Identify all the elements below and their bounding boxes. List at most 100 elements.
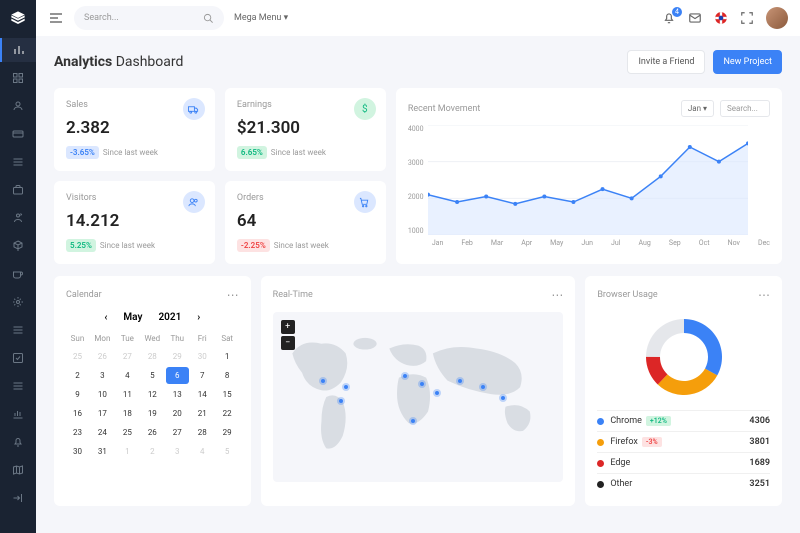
cal-next-button[interactable]: ›: [197, 312, 200, 323]
cal-day-next[interactable]: 4: [191, 443, 214, 460]
line-chart: [428, 125, 748, 235]
content: Analytics Dashboard Invite a Friend New …: [36, 36, 800, 533]
cal-day[interactable]: 15: [216, 386, 239, 403]
cal-day[interactable]: 8: [216, 367, 239, 384]
sidebar-item-coffee[interactable]: [0, 262, 36, 286]
cal-day[interactable]: 30: [66, 443, 89, 460]
map-marker: [433, 389, 441, 397]
cal-day[interactable]: 13: [166, 386, 189, 403]
sidebar-item-dashboard[interactable]: [0, 66, 36, 90]
sidebar-item-map[interactable]: [0, 458, 36, 482]
cal-day-next[interactable]: 1: [116, 443, 139, 460]
chart-search-input[interactable]: Search...: [720, 100, 770, 117]
movement-chart-card: Recent Movement Jan ▾ Search... 40003000…: [396, 88, 782, 264]
cal-day[interactable]: 28: [191, 424, 214, 441]
cal-day[interactable]: 9: [66, 386, 89, 403]
sidebar-item-list[interactable]: [0, 150, 36, 174]
messages-button[interactable]: [688, 11, 702, 25]
more-icon[interactable]: ⋯: [551, 288, 563, 302]
stat-card-earnings: Earnings $ $21.300 6.65%Since last week: [225, 88, 386, 171]
browser-value: 4306: [749, 416, 770, 426]
sidebar-item-package[interactable]: [0, 234, 36, 258]
chevron-down-icon: ▾: [703, 104, 707, 113]
sidebar-item-analytics[interactable]: [0, 38, 36, 62]
cal-day[interactable]: 26: [141, 424, 164, 441]
fullscreen-button[interactable]: [740, 11, 754, 25]
search-input[interactable]: Search...: [74, 6, 224, 30]
browser-value: 3801: [749, 437, 770, 447]
browser-name: Other: [610, 479, 632, 489]
cal-day[interactable]: 23: [66, 424, 89, 441]
y-axis: 4000300020001000: [408, 125, 424, 235]
world-map[interactable]: + −: [273, 312, 564, 482]
cal-day[interactable]: 6: [166, 367, 189, 384]
sidebar-item-briefcase[interactable]: [0, 178, 36, 202]
sidebar-item-profile[interactable]: [0, 206, 36, 230]
mega-menu-dropdown[interactable]: Mega Menu ▾: [234, 13, 288, 23]
page-header: Analytics Dashboard Invite a Friend New …: [54, 50, 782, 74]
cal-day[interactable]: 12: [141, 386, 164, 403]
cal-day[interactable]: 22: [216, 405, 239, 422]
cal-day[interactable]: 2: [66, 367, 89, 384]
cal-day[interactable]: 16: [66, 405, 89, 422]
delta-badge: +12%: [646, 416, 671, 426]
stat-card-orders: Orders 64 -2.25%Since last week: [225, 181, 386, 264]
sidebar-item-list3[interactable]: [0, 374, 36, 398]
cal-day[interactable]: 1: [216, 348, 239, 365]
sidebar-item-settings[interactable]: [0, 290, 36, 314]
sidebar-item-cards[interactable]: [0, 122, 36, 146]
cal-day[interactable]: 31: [91, 443, 114, 460]
more-icon[interactable]: ⋯: [758, 288, 770, 302]
cal-day[interactable]: 3: [91, 367, 114, 384]
sidebar-item-arrow[interactable]: [0, 486, 36, 510]
delta-badge: 6.65%: [237, 146, 267, 159]
sidebar-item-chart[interactable]: [0, 402, 36, 426]
cal-day-prev[interactable]: 28: [141, 348, 164, 365]
avatar[interactable]: [766, 7, 788, 29]
cal-day-prev[interactable]: 26: [91, 348, 114, 365]
sidebar-item-check[interactable]: [0, 346, 36, 370]
more-icon[interactable]: ⋯: [227, 288, 239, 302]
range-select[interactable]: Jan ▾: [681, 100, 714, 117]
cal-day[interactable]: 24: [91, 424, 114, 441]
cal-day-next[interactable]: 2: [141, 443, 164, 460]
cal-day[interactable]: 29: [216, 424, 239, 441]
invite-friend-button[interactable]: Invite a Friend: [627, 50, 705, 74]
cal-day[interactable]: 25: [116, 424, 139, 441]
cal-day[interactable]: 5: [141, 367, 164, 384]
cal-day-next[interactable]: 3: [166, 443, 189, 460]
panel-title: Calendar: [66, 290, 102, 300]
search-icon: [203, 13, 214, 24]
cal-day-prev[interactable]: 29: [166, 348, 189, 365]
cal-day-prev[interactable]: 25: [66, 348, 89, 365]
cal-day[interactable]: 17: [91, 405, 114, 422]
cal-day-prev[interactable]: 30: [191, 348, 214, 365]
cal-day-prev[interactable]: 27: [116, 348, 139, 365]
browser-list: Chrome+12%4306Firefox-3%3801Edge1689Othe…: [597, 410, 770, 494]
sidebar-item-bell[interactable]: [0, 430, 36, 454]
menu-toggle-icon[interactable]: [48, 10, 64, 26]
sidebar-item-list2[interactable]: [0, 318, 36, 342]
new-project-button[interactable]: New Project: [713, 50, 782, 74]
cal-day[interactable]: 18: [116, 405, 139, 422]
cal-day[interactable]: 4: [116, 367, 139, 384]
cal-day[interactable]: 21: [191, 405, 214, 422]
stat-value: $21.300: [237, 118, 374, 138]
stat-value: 2.382: [66, 118, 203, 138]
cal-day[interactable]: 20: [166, 405, 189, 422]
cal-day[interactable]: 19: [141, 405, 164, 422]
cal-day-next[interactable]: 5: [216, 443, 239, 460]
cal-day[interactable]: 27: [166, 424, 189, 441]
notifications-button[interactable]: 4: [662, 11, 676, 25]
stat-card-visitors: Visitors 14.212 5.25%Since last week: [54, 181, 215, 264]
flag-icon[interactable]: [714, 11, 728, 25]
browser-row: Chrome+12%4306: [597, 410, 770, 431]
sidebar: [0, 0, 36, 533]
cal-prev-button[interactable]: ‹: [104, 312, 107, 323]
cal-day[interactable]: 10: [91, 386, 114, 403]
delta-badge: -2.25%: [237, 239, 270, 252]
sidebar-item-users[interactable]: [0, 94, 36, 118]
cal-day[interactable]: 7: [191, 367, 214, 384]
cal-day[interactable]: 11: [116, 386, 139, 403]
cal-day[interactable]: 14: [191, 386, 214, 403]
